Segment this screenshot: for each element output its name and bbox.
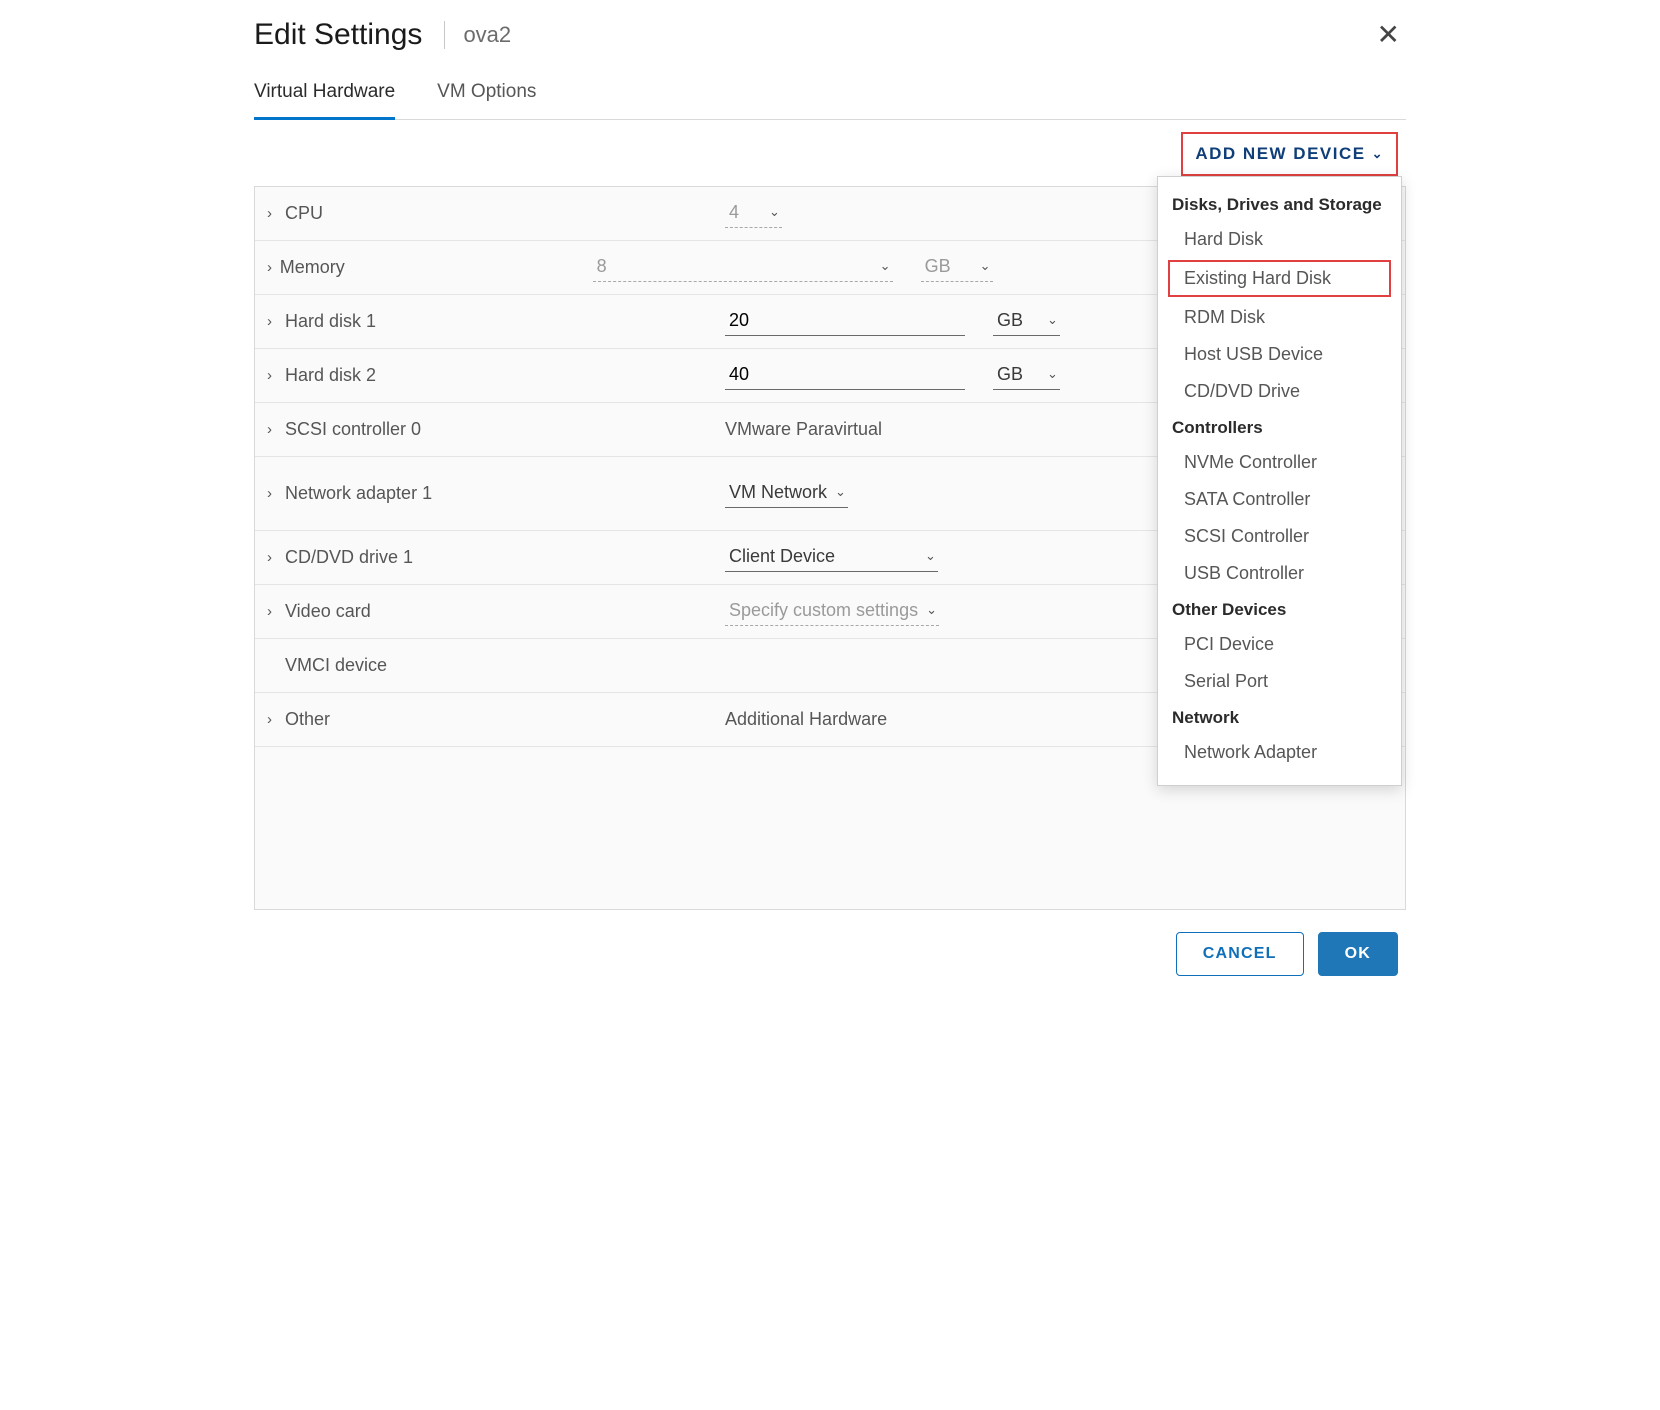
video-value: Specify custom settings — [729, 600, 918, 621]
dialog-footer: CANCEL OK — [254, 910, 1406, 976]
memory-unit: GB — [925, 256, 951, 277]
ok-button[interactable]: OK — [1318, 932, 1398, 976]
hd1-unit-select[interactable]: GB ⌄ — [993, 308, 1060, 336]
dropdown-item-cddvd-drive[interactable]: CD/DVD Drive — [1158, 373, 1401, 410]
row-label: Video card — [285, 601, 725, 622]
dropdown-item-hard-disk[interactable]: Hard Disk — [1158, 221, 1401, 258]
row-label: CPU — [285, 203, 725, 224]
chevron-down-icon: ⌄ — [1372, 146, 1384, 162]
dialog-header: Edit Settings ova2 ✕ — [254, 12, 1406, 69]
memory-value: 8 — [597, 256, 607, 277]
hd2-size-input[interactable] — [725, 362, 965, 390]
row-label: Hard disk 2 — [285, 365, 725, 386]
dropdown-item-scsi-controller[interactable]: SCSI Controller — [1158, 518, 1401, 555]
network-value: VM Network — [729, 482, 827, 503]
expand-icon[interactable]: › — [267, 421, 285, 438]
divider — [444, 21, 445, 49]
expand-icon[interactable]: › — [267, 313, 285, 330]
dropdown-item-sata-controller[interactable]: SATA Controller — [1158, 481, 1401, 518]
add-new-device-label: ADD NEW DEVICE — [1195, 144, 1365, 164]
chevron-down-icon: ⌄ — [835, 484, 846, 500]
chevron-down-icon: ⌄ — [880, 258, 891, 274]
expand-icon[interactable]: › — [267, 603, 285, 620]
tab-vm-options[interactable]: VM Options — [437, 69, 536, 119]
row-label: Hard disk 1 — [285, 311, 725, 332]
memory-value-select[interactable]: 8 ⌄ — [593, 254, 893, 282]
edit-settings-dialog: Edit Settings ova2 ✕ Virtual Hardware VM… — [240, 0, 1420, 994]
add-new-device-button[interactable]: ADD NEW DEVICE ⌄ — [1181, 132, 1398, 176]
hd1-size-input[interactable] — [725, 308, 965, 336]
row-label: SCSI controller 0 — [285, 419, 725, 440]
expand-icon[interactable]: › — [267, 711, 285, 728]
dropdown-item-host-usb-device[interactable]: Host USB Device — [1158, 336, 1401, 373]
chevron-down-icon: ⌄ — [980, 258, 991, 274]
row-label: VMCI device — [285, 655, 725, 676]
cpu-select[interactable]: 4 ⌄ — [725, 200, 782, 228]
hd2-unit: GB — [997, 364, 1023, 385]
scsi-value: VMware Paravirtual — [725, 419, 882, 440]
chevron-down-icon: ⌄ — [925, 548, 936, 564]
tabs: Virtual Hardware VM Options — [254, 69, 1406, 120]
add-device-dropdown: Disks, Drives and Storage Hard Disk Exis… — [1157, 176, 1402, 786]
vm-name: ova2 — [463, 22, 511, 48]
hd1-unit: GB — [997, 310, 1023, 331]
row-label: Memory — [280, 257, 593, 278]
dropdown-item-rdm-disk[interactable]: RDM Disk — [1158, 299, 1401, 336]
row-label: CD/DVD drive 1 — [285, 547, 725, 568]
video-select[interactable]: Specify custom settings ⌄ — [725, 598, 939, 626]
dropdown-item-pci-device[interactable]: PCI Device — [1158, 626, 1401, 663]
dropdown-section-other-devices: Other Devices — [1158, 592, 1401, 626]
dropdown-item-serial-port[interactable]: Serial Port — [1158, 663, 1401, 700]
expand-icon[interactable]: › — [267, 259, 280, 276]
dropdown-section-disks: Disks, Drives and Storage — [1158, 187, 1401, 221]
dropdown-item-existing-hard-disk[interactable]: Existing Hard Disk — [1168, 260, 1391, 297]
dropdown-section-network: Network — [1158, 700, 1401, 734]
dropdown-section-controllers: Controllers — [1158, 410, 1401, 444]
row-label: Network adapter 1 — [285, 483, 725, 504]
hd2-unit-select[interactable]: GB ⌄ — [993, 362, 1060, 390]
chevron-down-icon: ⌄ — [1047, 366, 1058, 382]
chevron-down-icon: ⌄ — [769, 204, 780, 220]
other-value: Additional Hardware — [725, 709, 887, 730]
dropdown-item-usb-controller[interactable]: USB Controller — [1158, 555, 1401, 592]
chevron-down-icon: ⌄ — [926, 602, 937, 618]
network-select[interactable]: VM Network ⌄ — [725, 480, 848, 508]
expand-icon[interactable]: › — [267, 549, 285, 566]
close-icon[interactable]: ✕ — [1371, 16, 1406, 53]
cddvd-select[interactable]: Client Device ⌄ — [725, 544, 938, 572]
expand-icon[interactable]: › — [267, 367, 285, 384]
expand-icon[interactable]: › — [267, 205, 285, 222]
chevron-down-icon: ⌄ — [1047, 312, 1058, 328]
dropdown-item-network-adapter[interactable]: Network Adapter — [1158, 734, 1401, 771]
dialog-title: Edit Settings — [254, 18, 422, 52]
cddvd-value: Client Device — [729, 546, 835, 567]
cancel-button[interactable]: CANCEL — [1176, 932, 1304, 976]
expand-icon[interactable]: › — [267, 485, 285, 502]
tab-virtual-hardware[interactable]: Virtual Hardware — [254, 69, 395, 120]
memory-unit-select[interactable]: GB ⌄ — [921, 254, 993, 282]
cpu-value: 4 — [729, 202, 739, 223]
row-label: Other — [285, 709, 725, 730]
dropdown-item-nvme-controller[interactable]: NVMe Controller — [1158, 444, 1401, 481]
